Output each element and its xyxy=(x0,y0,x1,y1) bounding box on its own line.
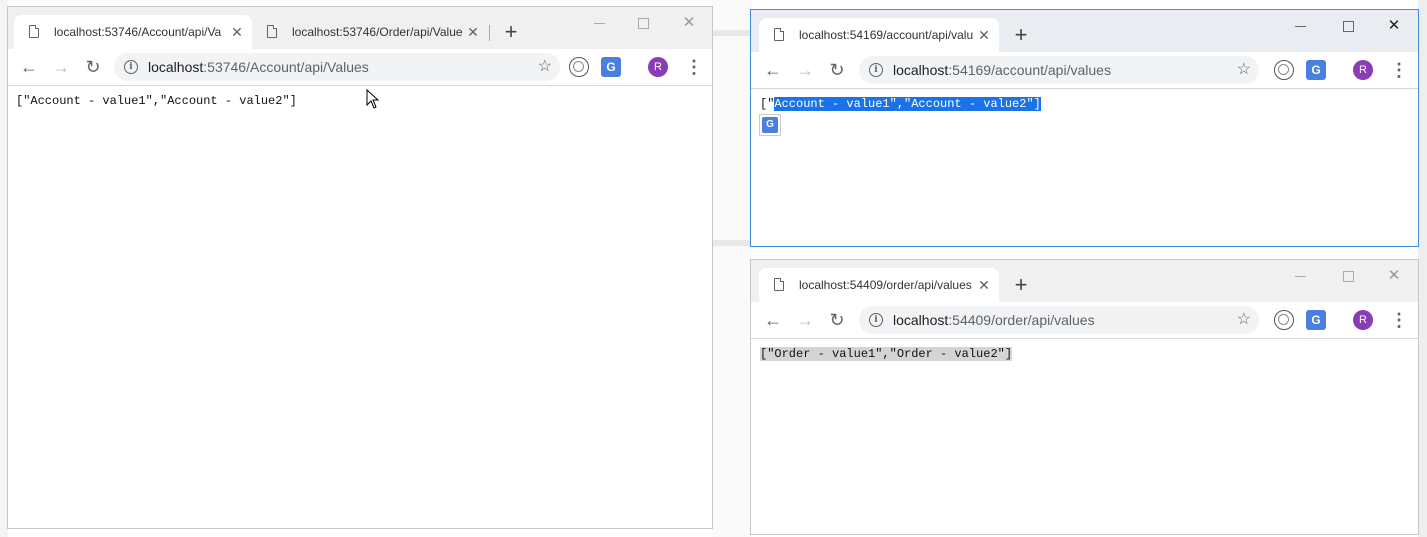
url-host: localhost xyxy=(893,62,949,78)
browser-toolbar: ← → ↻ i localhost:53746/Account/api/Valu… xyxy=(8,49,712,86)
reload-button[interactable]: ↻ xyxy=(80,55,106,79)
page-icon xyxy=(267,25,277,38)
profile-avatar[interactable]: R xyxy=(648,57,668,77)
minimize-button[interactable] xyxy=(584,11,614,35)
translate-icon[interactable]: G xyxy=(1306,60,1326,80)
tab-title: localhost:53746/Account/api/Va xyxy=(54,25,222,39)
close-tab-icon[interactable]: ✕ xyxy=(977,18,991,52)
info-icon[interactable]: i xyxy=(124,60,138,74)
page-icon xyxy=(774,278,784,291)
close-window-button[interactable]: ✕ xyxy=(1379,264,1409,288)
url-text[interactable]: localhost:54169/account/api/values xyxy=(893,56,1111,84)
translate-icon[interactable]: G xyxy=(601,57,621,77)
reload-button[interactable]: ↻ xyxy=(824,308,850,332)
browser-menu-icon[interactable]: ⋮ xyxy=(1390,58,1408,82)
url-path: :53746/Account/api/Values xyxy=(203,59,369,75)
browser-toolbar: ← → ↻ i localhost:54409/order/api/values… xyxy=(751,302,1418,339)
tab-strip: localhost:53746/Account/api/Va ✕ localho… xyxy=(8,7,712,49)
extension-globe-icon[interactable] xyxy=(569,57,589,77)
browser-menu-icon[interactable]: ⋮ xyxy=(1390,308,1408,332)
back-button[interactable]: ← xyxy=(760,308,786,332)
close-window-button[interactable]: ✕ xyxy=(1379,14,1409,38)
translate-popup-button[interactable]: G xyxy=(759,114,781,136)
profile-avatar[interactable]: R xyxy=(1353,310,1373,330)
tab-strip: localhost:54409/order/api/values ✕ + ✕ xyxy=(751,260,1418,302)
close-window-button[interactable]: ✕ xyxy=(674,11,704,35)
extension-globe-icon[interactable] xyxy=(1274,60,1294,80)
info-icon[interactable]: i xyxy=(869,313,883,327)
minimize-button[interactable] xyxy=(1285,264,1315,288)
close-tab-icon[interactable]: ✕ xyxy=(230,15,244,49)
forward-button[interactable]: → xyxy=(792,308,818,332)
close-tab-icon[interactable]: ✕ xyxy=(466,15,480,49)
bookmark-star-icon[interactable]: ☆ xyxy=(1237,306,1251,334)
browser-menu-icon[interactable]: ⋮ xyxy=(685,55,703,79)
address-bar[interactable]: i localhost:54409/order/api/values ☆ xyxy=(859,306,1259,334)
url-host: localhost xyxy=(148,59,204,75)
page-content: ["Account - value1","Account - value2"] … xyxy=(751,89,1418,246)
page-content: ["Account - value1","Account - value2"] xyxy=(8,86,712,528)
new-tab-button[interactable]: + xyxy=(1007,18,1035,52)
back-button[interactable]: ← xyxy=(760,58,786,82)
maximize-button[interactable] xyxy=(628,11,658,35)
forward-button[interactable]: → xyxy=(48,55,74,79)
maximize-button[interactable] xyxy=(1333,264,1363,288)
close-tab-icon[interactable]: ✕ xyxy=(977,268,991,302)
url-host: localhost xyxy=(893,312,949,328)
tab-account-values[interactable]: localhost:54169/account/api/valu ✕ xyxy=(759,18,999,52)
selected-text[interactable]: Account - value1","Account - value2"] xyxy=(774,97,1041,111)
browser-window-account-53746[interactable]: localhost:53746/Account/api/Va ✕ localho… xyxy=(7,6,713,529)
browser-window-account-54169[interactable]: localhost:54169/account/api/valu ✕ + ✕ ←… xyxy=(750,9,1419,247)
page-content: ["Order - value1","Order - value2"] xyxy=(751,339,1418,534)
json-response: ["Account - value1","Account - value2"] xyxy=(760,97,1041,111)
page-icon xyxy=(774,28,784,41)
new-tab-button[interactable]: + xyxy=(1007,268,1035,302)
profile-avatar[interactable]: R xyxy=(1353,60,1373,80)
url-path: :54409/order/api/values xyxy=(948,312,1095,328)
background-panel-strip xyxy=(1418,0,1427,537)
page-icon xyxy=(29,25,39,38)
back-button[interactable]: ← xyxy=(16,55,42,79)
forward-button[interactable]: → xyxy=(792,58,818,82)
background-app-strip xyxy=(712,0,752,537)
browser-toolbar: ← → ↻ i localhost:54169/account/api/valu… xyxy=(751,52,1418,89)
extension-globe-icon[interactable] xyxy=(1274,310,1294,330)
tab-separator xyxy=(489,25,490,41)
tab-title: localhost:53746/Order/api/Value xyxy=(292,25,463,39)
tab-title: localhost:54409/order/api/values xyxy=(799,278,972,292)
tab-strip: localhost:54169/account/api/valu ✕ + ✕ xyxy=(751,10,1418,52)
maximize-button[interactable] xyxy=(1333,14,1363,38)
info-icon[interactable]: i xyxy=(869,63,883,77)
json-prefix: [" xyxy=(760,97,775,111)
url-path: :54169/account/api/values xyxy=(948,62,1111,78)
bookmark-star-icon[interactable]: ☆ xyxy=(538,53,552,81)
url-text[interactable]: localhost:53746/Account/api/Values xyxy=(148,53,369,81)
address-bar[interactable]: i localhost:54169/account/api/values ☆ xyxy=(859,56,1259,84)
tab-order-values[interactable]: localhost:54409/order/api/values ✕ xyxy=(759,268,999,302)
translate-icon[interactable]: G xyxy=(1306,310,1326,330)
browser-window-order-54409[interactable]: localhost:54409/order/api/values ✕ + ✕ ←… xyxy=(750,259,1419,535)
tab-account-values[interactable]: localhost:53746/Account/api/Va ✕ xyxy=(14,15,252,49)
translate-icon: G xyxy=(762,117,778,133)
json-response: ["Account - value1","Account - value2"] xyxy=(16,94,297,108)
bookmark-star-icon[interactable]: ☆ xyxy=(1237,56,1251,84)
minimize-button[interactable] xyxy=(1285,14,1315,38)
url-text[interactable]: localhost:54409/order/api/values xyxy=(893,306,1095,334)
reload-button[interactable]: ↻ xyxy=(824,58,850,82)
new-tab-button[interactable]: + xyxy=(497,15,525,49)
tab-title: localhost:54169/account/api/valu xyxy=(799,28,974,42)
json-response: ["Order - value1","Order - value2"] xyxy=(760,347,1013,361)
tab-order-values[interactable]: localhost:53746/Order/api/Value ✕ xyxy=(252,15,488,49)
address-bar[interactable]: i localhost:53746/Account/api/Values ☆ xyxy=(114,53,560,81)
